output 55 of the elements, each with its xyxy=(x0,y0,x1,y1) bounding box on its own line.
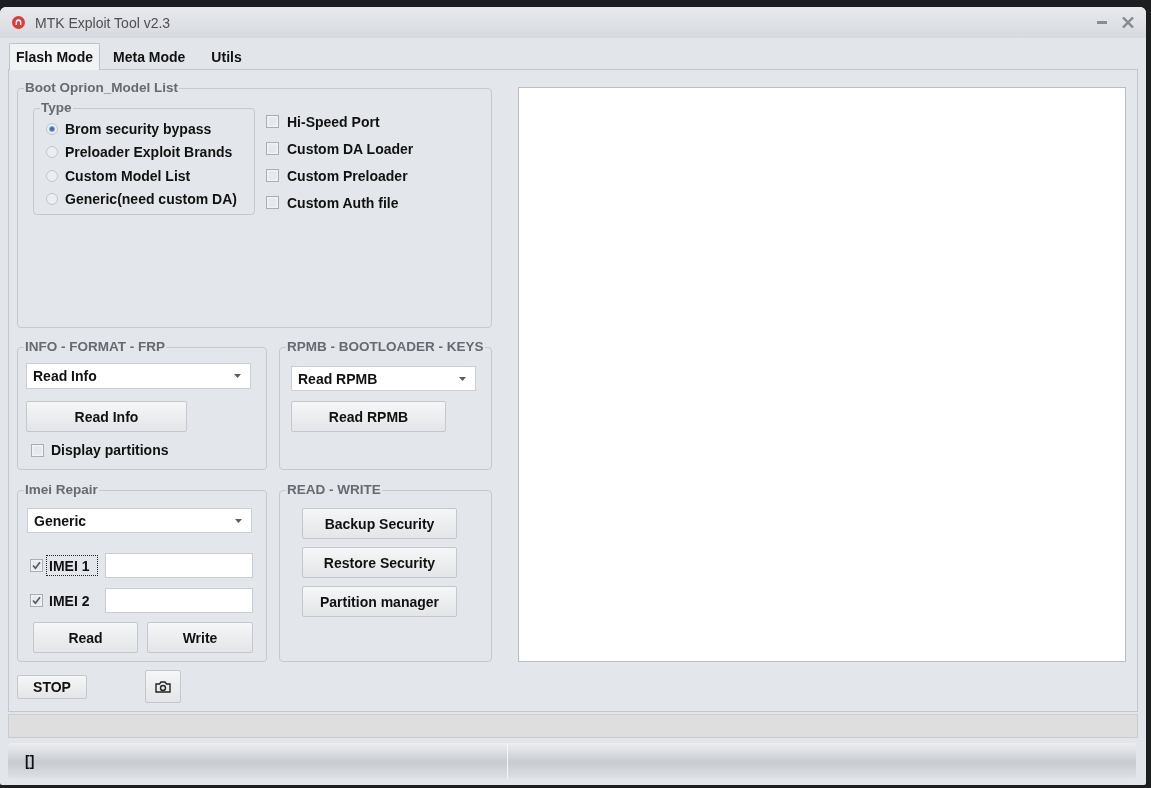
radio-button[interactable] xyxy=(46,122,58,135)
checkbox-label: Display partitions xyxy=(51,442,169,458)
window-title: MTK Exploit Tool v2.3 xyxy=(35,14,171,31)
read-rpmb-button[interactable]: Read RPMB xyxy=(291,401,446,432)
read-button[interactable]: Read xyxy=(33,622,138,653)
caret-icon xyxy=(234,374,241,378)
checkbox-label: IMEI 2 xyxy=(48,591,91,611)
group-title: READ - WRITE xyxy=(286,482,382,498)
action-button[interactable]: Partition manager xyxy=(302,586,457,617)
checkbox[interactable] xyxy=(30,559,43,572)
close-icon xyxy=(1122,17,1134,28)
caret-icon xyxy=(235,518,242,523)
checkbox[interactable] xyxy=(30,594,43,607)
action-button[interactable]: Restore Security xyxy=(302,547,457,578)
radio-button[interactable] xyxy=(46,169,58,182)
status-text: [] xyxy=(25,752,35,769)
checkbox[interactable] xyxy=(266,115,279,128)
checkbox-label: IMEI 1 xyxy=(46,555,98,576)
group-title: RPMB - BOOTLOADER - KEYS xyxy=(286,339,485,355)
checkbox[interactable] xyxy=(266,169,279,182)
radio-button[interactable] xyxy=(46,146,58,159)
checkbox-label: Hi-Speed Port xyxy=(287,113,380,130)
checkbox[interactable] xyxy=(266,142,279,155)
tab[interactable]: Utils xyxy=(198,44,255,69)
option-label: Preloader Exploit Brands xyxy=(65,144,233,161)
group-title: Type xyxy=(40,100,73,116)
dropdown[interactable]: Read Info xyxy=(26,363,251,389)
camera-button[interactable] xyxy=(145,670,181,703)
radio-button[interactable] xyxy=(46,193,58,206)
camera-icon xyxy=(155,680,171,693)
checkbox[interactable] xyxy=(266,196,279,209)
read-info-button[interactable]: Read Info xyxy=(26,401,187,432)
caret-icon xyxy=(459,376,466,381)
option-label: Custom Model List xyxy=(65,167,191,184)
group-title: INFO - FORMAT - FRP xyxy=(24,339,166,355)
action-button[interactable]: Backup Security xyxy=(302,508,457,539)
imei-input[interactable] xyxy=(105,553,253,578)
stop-button[interactable]: STOP xyxy=(17,674,87,699)
close-button[interactable] xyxy=(1120,14,1136,31)
tab[interactable]: Flash Mode xyxy=(9,43,100,70)
imei-input[interactable] xyxy=(105,588,253,613)
write-button[interactable]: Write xyxy=(147,622,253,653)
checkbox[interactable] xyxy=(31,443,44,457)
dropdown[interactable]: Generic xyxy=(27,508,252,533)
minimize-icon xyxy=(1097,21,1107,24)
checkbox-label: Custom Auth file xyxy=(287,194,399,211)
tab[interactable]: Meta Mode xyxy=(100,44,199,69)
group-title: Boot Oprion_Model List xyxy=(24,80,179,96)
option-label: Generic(need custom DA) xyxy=(65,191,237,208)
checkbox-label: Custom Preloader xyxy=(287,167,408,184)
checkbox-label: Custom DA Loader xyxy=(287,140,414,157)
option-label: Brom security bypass xyxy=(65,120,212,137)
group-title: Imei Repair xyxy=(24,482,99,498)
dropdown[interactable]: Read RPMB xyxy=(291,366,476,391)
logo-icon xyxy=(12,16,25,29)
